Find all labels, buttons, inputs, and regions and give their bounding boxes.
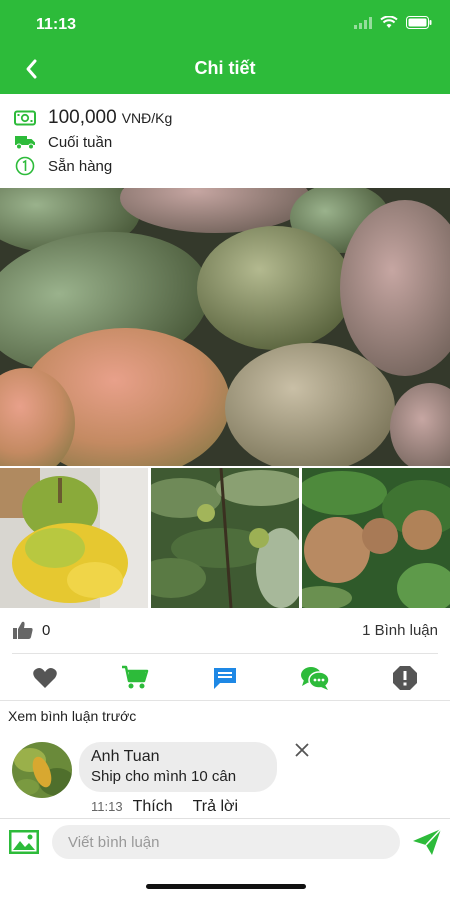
comment-input-bar — [0, 818, 450, 864]
home-indicator — [146, 884, 306, 889]
wifi-icon — [380, 16, 398, 28]
comment-reply-button[interactable]: Trả lời — [193, 798, 238, 816]
report-icon — [393, 666, 417, 690]
photo-thumbnails — [0, 468, 450, 608]
action-bar — [0, 658, 450, 698]
divider — [12, 653, 438, 654]
heart-icon — [33, 668, 57, 688]
comment-item: Anh Tuan Ship cho mình 10 cân 11:13 Thíc… — [12, 740, 438, 820]
delete-comment-button[interactable] — [292, 740, 312, 760]
stock-count-icon — [14, 156, 36, 176]
price-unit: VNĐ/Kg — [121, 110, 173, 126]
signal-icon — [354, 16, 372, 29]
message-icon — [214, 668, 236, 689]
main-product-photo[interactable] — [0, 188, 450, 466]
product-info: 100,000 VNĐ/Kg Cuối tuần Sẵn hàng — [0, 94, 450, 188]
thumbnail-fruit-tree[interactable] — [151, 468, 299, 608]
delivery-row: Cuối tuần — [14, 130, 450, 154]
price-value: 100,000 — [48, 107, 117, 128]
comment-like-button[interactable]: Thích — [133, 798, 173, 816]
comment-input[interactable] — [52, 825, 400, 859]
battery-icon — [406, 16, 432, 29]
truck-icon — [14, 132, 36, 152]
thumbnail-bananas[interactable] — [0, 468, 148, 608]
page-title: Chi tiết — [194, 58, 256, 78]
comment-bubble: Anh Tuan Ship cho mình 10 cân — [79, 742, 277, 792]
view-previous-comments[interactable]: Xem bình luận trước — [8, 708, 136, 724]
divider — [0, 700, 450, 701]
like-count-value: 0 — [42, 621, 51, 639]
stock-row: Sẵn hàng — [14, 154, 450, 178]
thumbnail-sapodilla-tree[interactable] — [302, 468, 450, 608]
status-time: 11:13 — [36, 16, 77, 33]
nav-bar: Chi tiết — [0, 44, 450, 94]
status-icons — [354, 16, 432, 29]
chat-icon — [301, 667, 330, 690]
comment-button[interactable] — [180, 658, 270, 698]
attach-image-button[interactable] — [8, 829, 40, 855]
stock-text: Sẵn hàng — [48, 157, 113, 175]
status-bar: 11:13 — [0, 0, 450, 44]
comment-text: Ship cho mình 10 cân — [91, 768, 237, 785]
comment-meta: 11:13 Thích Trả lời — [91, 798, 238, 816]
comment-count[interactable]: 1 Bình luận — [362, 622, 438, 639]
comment-time: 11:13 — [91, 799, 123, 814]
send-button[interactable] — [410, 825, 444, 859]
price-row: 100,000 VNĐ/Kg — [14, 106, 450, 130]
cart-icon — [122, 665, 149, 689]
avatar[interactable] — [12, 742, 72, 798]
money-icon — [14, 108, 36, 128]
thumbs-up-icon — [13, 621, 33, 639]
add-to-cart-button[interactable] — [90, 658, 180, 698]
chat-button[interactable] — [270, 658, 360, 698]
send-icon — [413, 828, 442, 855]
comment-author[interactable]: Anh Tuan — [91, 748, 265, 766]
image-icon — [9, 830, 39, 854]
report-button[interactable] — [360, 658, 450, 698]
post-stats: 0 1 Bình luận — [0, 616, 450, 646]
like-count: 0 — [12, 620, 50, 640]
delivery-text: Cuối tuần — [48, 133, 113, 151]
close-icon — [295, 743, 309, 757]
like-button[interactable] — [0, 658, 90, 698]
